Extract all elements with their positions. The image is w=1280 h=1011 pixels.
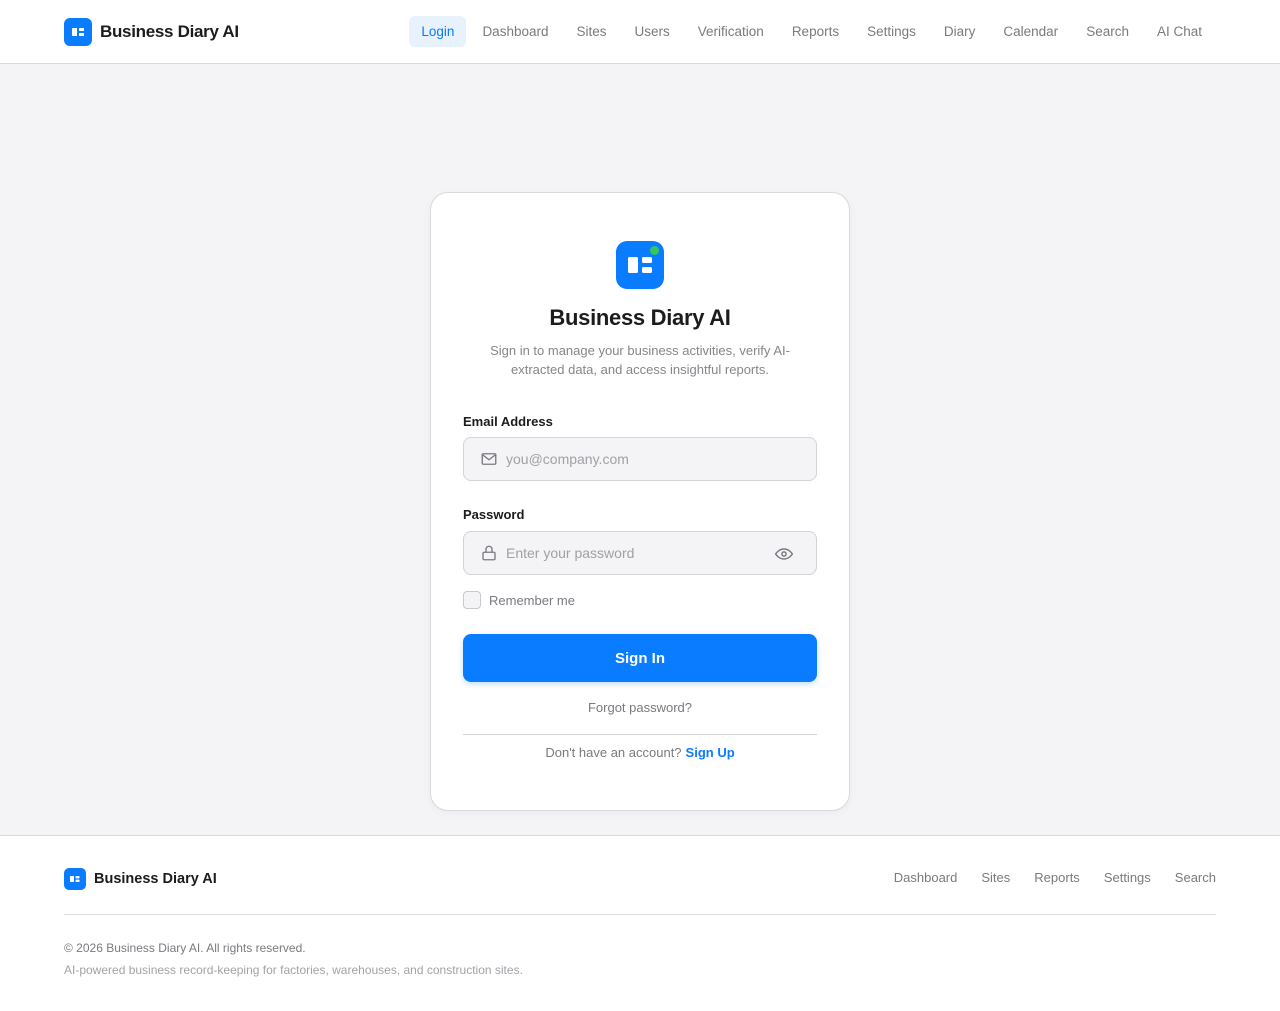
app-logo-icon — [616, 241, 664, 289]
main-nav: Login Dashboard Sites Users Verification… — [409, 16, 1216, 47]
brand-name: Business Diary AI — [100, 22, 239, 41]
sign-in-button[interactable]: Sign In — [463, 634, 817, 682]
remember-me-label: Remember me — [489, 592, 575, 608]
email-field-wrapper — [463, 437, 817, 481]
forgot-password-link[interactable]: Forgot password? — [431, 700, 849, 715]
footer-tagline: AI-powered business record-keeping for f… — [64, 963, 523, 977]
remember-me[interactable]: Remember me — [463, 591, 575, 609]
footer-nav: Dashboard Sites Reports Settings Search — [894, 870, 1216, 885]
card-divider — [463, 734, 817, 735]
password-field-wrapper — [463, 531, 817, 575]
top-header: Business Diary AI Login Dashboard Sites … — [0, 0, 1280, 64]
footer-link-settings[interactable]: Settings — [1104, 870, 1151, 885]
footer-link-search[interactable]: Search — [1175, 870, 1216, 885]
nav-ai-chat[interactable]: AI Chat — [1143, 16, 1216, 47]
footer-link-reports[interactable]: Reports — [1034, 870, 1080, 885]
nav-sites[interactable]: Sites — [562, 16, 620, 47]
sign-up-link[interactable]: Sign Up — [686, 745, 735, 760]
mail-icon — [481, 453, 497, 465]
eye-icon — [774, 548, 794, 560]
password-input[interactable] — [506, 545, 756, 561]
email-input[interactable] — [506, 451, 756, 467]
footer-brand-name: Business Diary AI — [94, 871, 217, 887]
toggle-password-visibility[interactable] — [774, 544, 794, 569]
password-label: Password — [463, 507, 525, 522]
footer-link-sites[interactable]: Sites — [981, 870, 1010, 885]
email-label: Email Address — [463, 414, 553, 429]
footer-divider — [64, 914, 1216, 915]
nav-settings[interactable]: Settings — [853, 16, 930, 47]
lock-icon — [482, 545, 496, 561]
footer-link-dashboard[interactable]: Dashboard — [894, 870, 958, 885]
nav-calendar[interactable]: Calendar — [989, 16, 1072, 47]
status-dot-icon — [650, 246, 659, 255]
nav-verification[interactable]: Verification — [684, 16, 778, 47]
login-card: Business Diary AI Sign in to manage your… — [430, 192, 850, 811]
remember-me-checkbox[interactable] — [463, 591, 481, 609]
footer-brand-link[interactable]: Business Diary AI — [64, 868, 217, 890]
nav-dashboard[interactable]: Dashboard — [468, 16, 562, 47]
nav-search[interactable]: Search — [1072, 16, 1143, 47]
login-title: Business Diary AI — [549, 305, 731, 330]
nav-diary[interactable]: Diary — [930, 16, 990, 47]
footer-copyright: © 2026 Business Diary AI. All rights res… — [64, 941, 306, 955]
footer-logo-icon — [64, 868, 86, 890]
nav-reports[interactable]: Reports — [778, 16, 853, 47]
nav-login[interactable]: Login — [409, 16, 467, 47]
brand-link[interactable]: Business Diary AI — [64, 18, 239, 46]
page-footer: Business Diary AI Dashboard Sites Report… — [0, 835, 1280, 1011]
no-account-text: Don't have an account? — [545, 745, 682, 760]
brand-logo-icon — [64, 18, 92, 46]
nav-users[interactable]: Users — [621, 16, 684, 47]
login-subtitle: Sign in to manage your business activiti… — [490, 343, 790, 377]
signup-row: Don't have an account? Sign Up — [431, 745, 849, 760]
